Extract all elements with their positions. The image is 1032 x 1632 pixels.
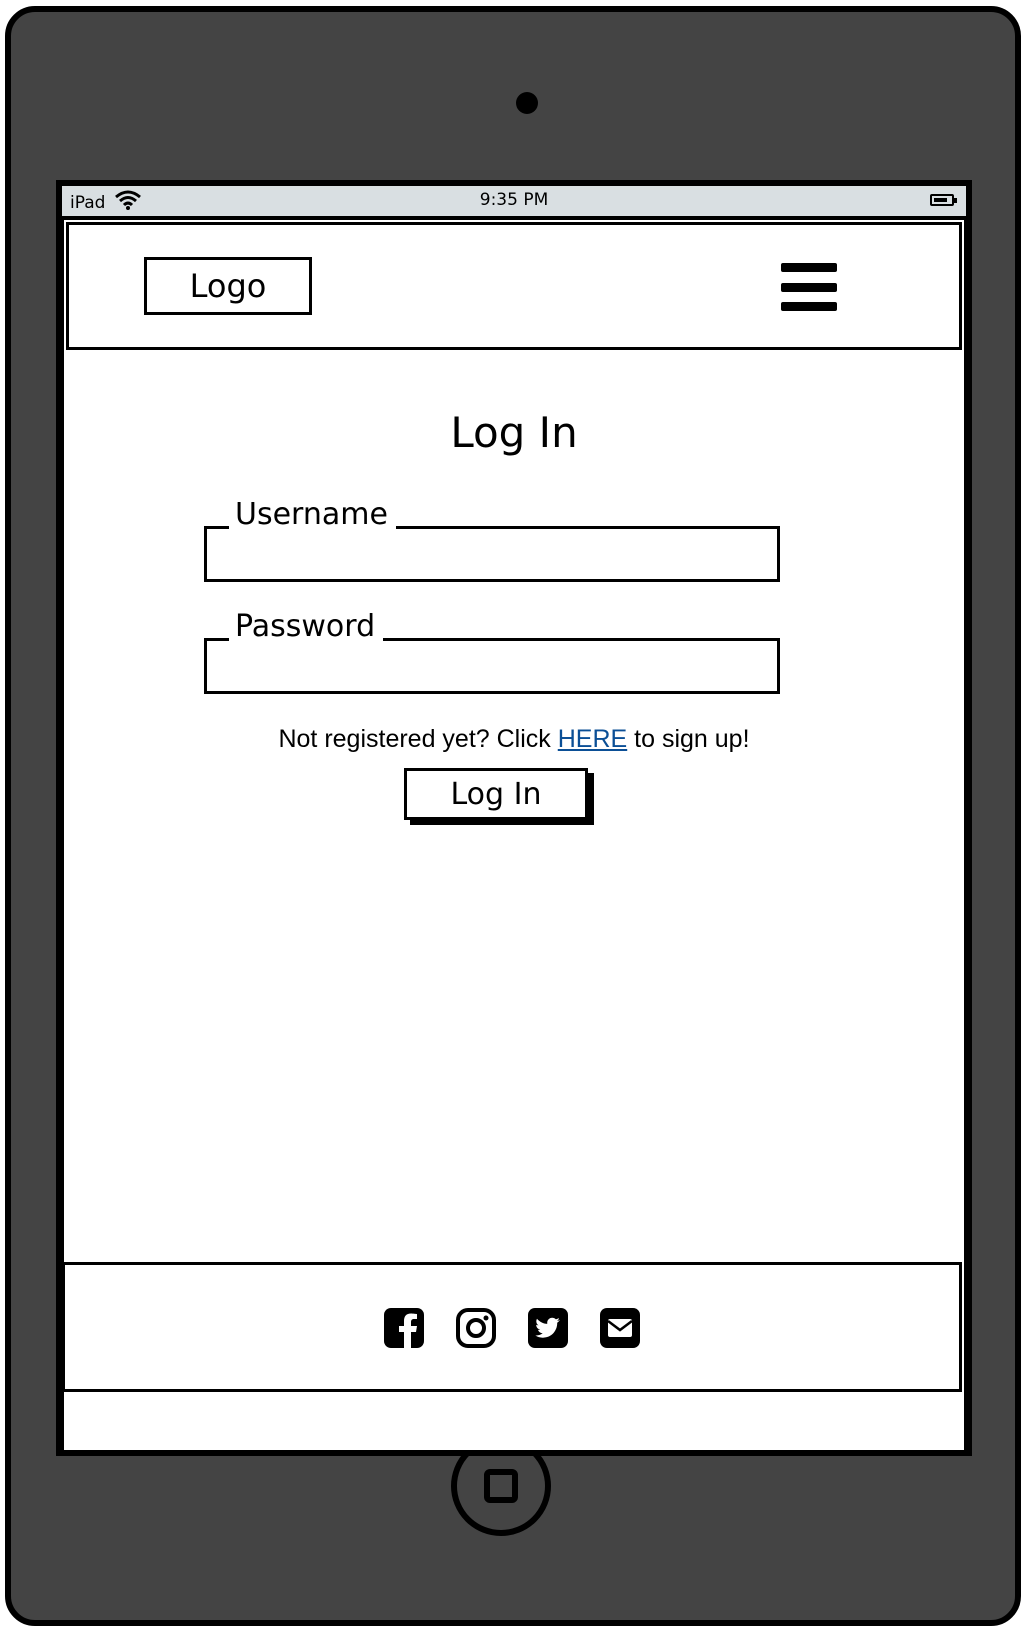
login-button[interactable]: Log In [404,768,588,820]
front-camera [516,92,538,114]
instagram-icon[interactable] [455,1307,497,1349]
social-links [65,1307,959,1349]
password-field[interactable]: Password [204,609,780,694]
username-input[interactable] [207,529,777,579]
device-screen: iPad 9:35 PM Logo Log In Username Passwo… [56,180,972,1456]
hamburger-menu-icon[interactable] [781,263,837,311]
email-icon[interactable] [599,1307,641,1349]
username-label: Username [229,497,396,533]
page-title: Log In [450,408,578,457]
signup-link[interactable]: HERE [558,725,627,753]
username-field[interactable]: Username [204,497,780,582]
status-bar: iPad 9:35 PM [62,186,966,216]
status-time: 9:35 PM [479,190,549,210]
logo[interactable]: Logo [144,257,312,315]
battery-icon [930,194,957,206]
site-header: Logo [66,222,962,350]
facebook-icon[interactable] [383,1307,425,1349]
login-page: Logo Log In Username Password Not regist… [62,220,964,1450]
password-label: Password [229,609,384,645]
signup-prefix: Not registered yet? Click [278,725,558,753]
password-input[interactable] [207,641,777,691]
twitter-icon[interactable] [527,1307,569,1349]
signup-suffix: to sign up! [627,725,750,753]
signup-prompt: Not registered yet? Click HERE to sign u… [64,725,964,754]
site-footer [62,1262,962,1392]
